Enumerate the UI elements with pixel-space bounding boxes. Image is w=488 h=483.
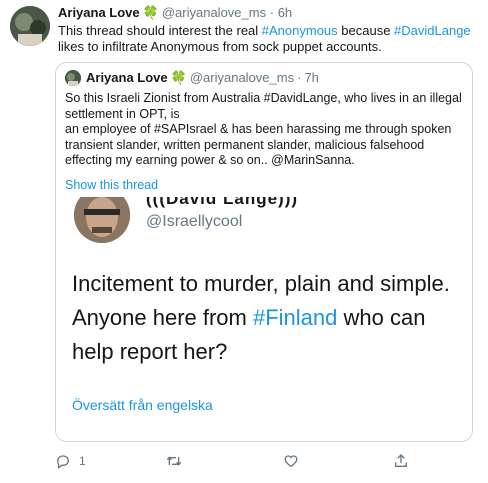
hashtag-davidlange[interactable]: #DavidLange bbox=[394, 23, 471, 38]
hashtag-anonymous[interactable]: #Anonymous bbox=[262, 23, 338, 38]
image-tweet-text: Incitement to murder, plain and simple. … bbox=[72, 267, 467, 369]
quoted-author-handle[interactable]: @ariyanalove_ms bbox=[190, 70, 294, 86]
share-icon bbox=[393, 453, 409, 469]
quoted-tweet[interactable]: Ariyana Love 🍀 @ariyanalove_ms · 7h So thi… bbox=[55, 62, 473, 442]
tweet-header: Ariyana Love 🍀 @ariyanalove_ms · 6h bbox=[58, 5, 292, 21]
tweet-text: This thread should interest the real #An… bbox=[58, 23, 478, 55]
image-translate-link: Översätt från engelska bbox=[72, 397, 213, 413]
reply-icon bbox=[55, 453, 71, 469]
quoted-author-name[interactable]: Ariyana Love bbox=[86, 70, 168, 86]
tweet-text-part: because bbox=[337, 23, 395, 38]
quoted-image[interactable]: (((David Lange))) @Israellycool Inciteme… bbox=[56, 197, 472, 441]
show-thread-link[interactable]: Show this thread bbox=[65, 178, 158, 192]
reply-button[interactable]: 1 bbox=[55, 450, 86, 472]
action-bar: 1 bbox=[55, 450, 455, 472]
quoted-tweet-header: Ariyana Love 🍀 @ariyanalove_ms · 7h bbox=[65, 70, 319, 86]
quoted-tweet-text: So this Israeli Zionist from Australia #… bbox=[65, 91, 462, 167]
share-button[interactable] bbox=[393, 450, 409, 472]
author-name[interactable]: Ariyana Love bbox=[58, 5, 140, 20]
like-icon bbox=[283, 453, 299, 469]
quoted-timestamp[interactable]: 7h bbox=[304, 70, 318, 86]
retweet-button[interactable] bbox=[165, 450, 183, 472]
retweet-icon bbox=[165, 453, 183, 469]
reply-count: 1 bbox=[79, 454, 86, 468]
image-avatar bbox=[74, 197, 130, 243]
author-handle[interactable]: @ariyanalove_ms bbox=[162, 5, 266, 20]
separator: · bbox=[297, 70, 302, 85]
clover-emoji: 🍀 bbox=[170, 70, 187, 85]
image-handle: @Israellycool bbox=[146, 213, 243, 230]
tweet-text-part: This thread should interest the real bbox=[58, 23, 262, 38]
timestamp[interactable]: 6h bbox=[278, 5, 292, 20]
like-button[interactable] bbox=[283, 450, 299, 472]
image-hashtag-finland: #Finland bbox=[252, 305, 338, 330]
clover-emoji: 🍀 bbox=[142, 5, 159, 20]
image-display-name: (((David Lange))) bbox=[146, 197, 299, 208]
quoted-avatar[interactable] bbox=[65, 70, 81, 86]
avatar[interactable] bbox=[10, 6, 50, 46]
tweet[interactable]: Ariyana Love 🍀 @ariyanalove_ms · 6h This t… bbox=[0, 0, 488, 483]
separator: · bbox=[269, 5, 275, 20]
tweet-text-part: likes to infiltrate Anonymous from sock … bbox=[58, 39, 382, 54]
